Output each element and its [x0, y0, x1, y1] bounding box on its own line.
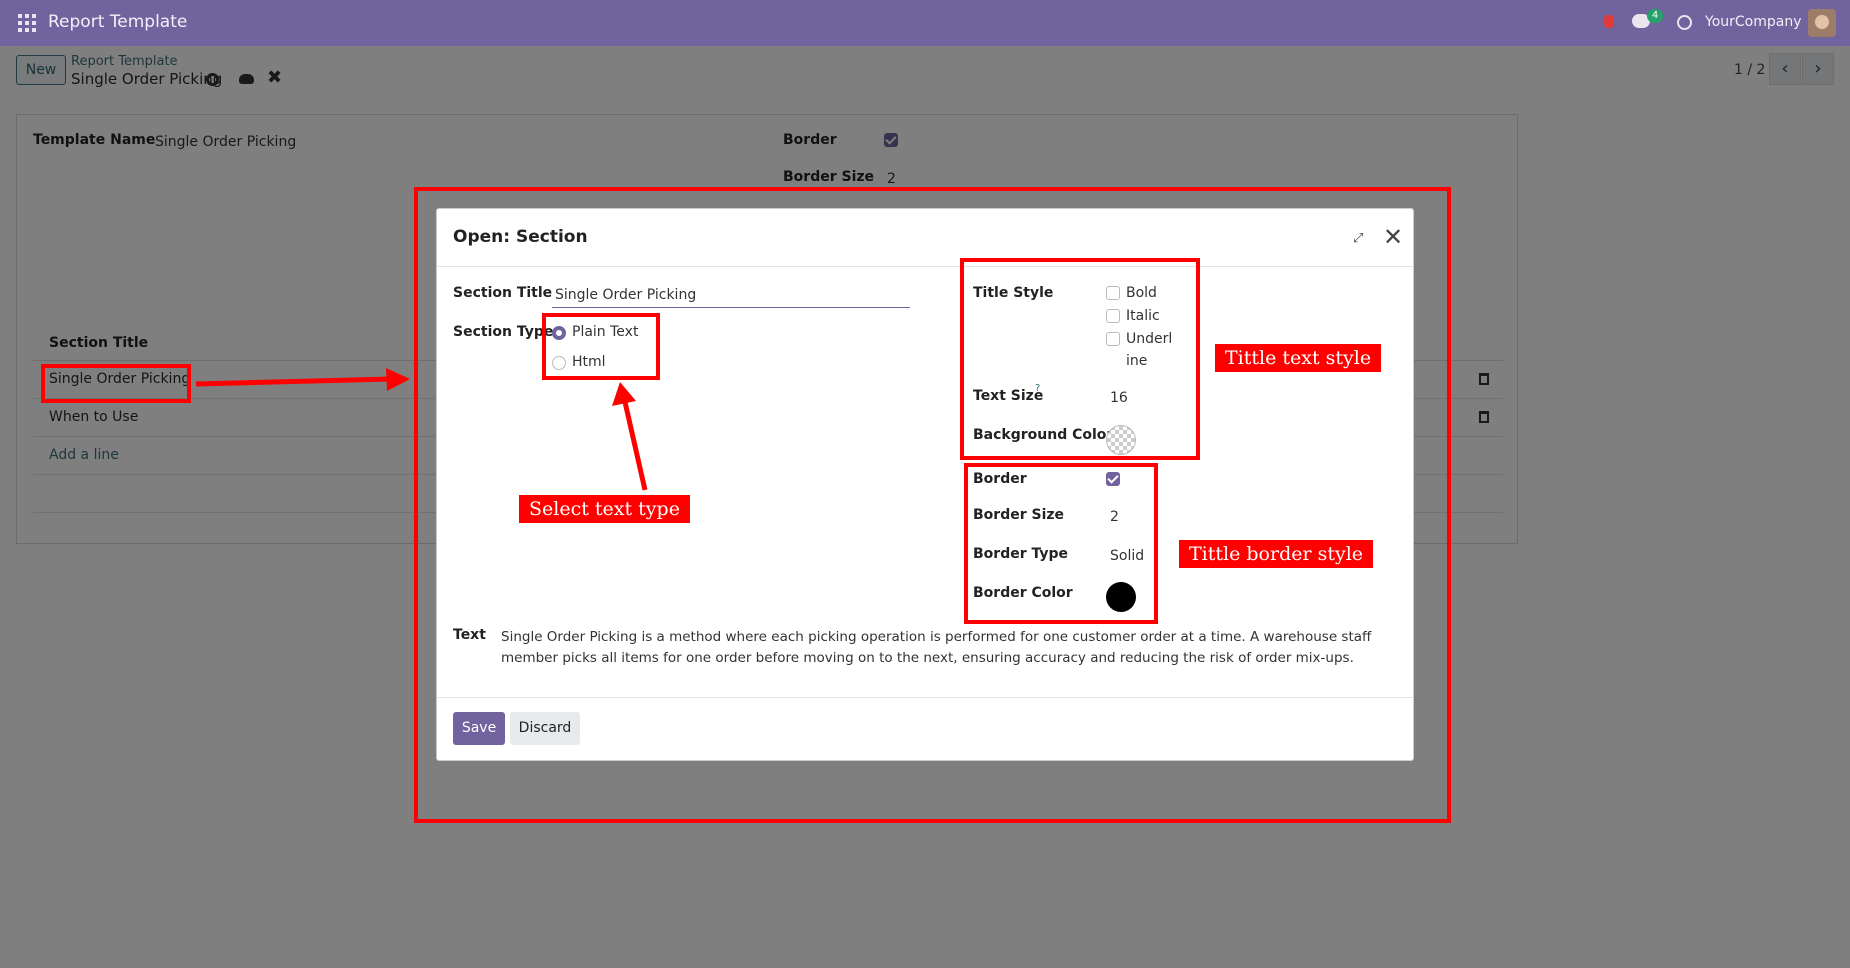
annotation-type-box: [542, 313, 660, 380]
top-navbar: Report Template 4 YourCompany: [0, 0, 1850, 46]
app-title[interactable]: Report Template: [48, 12, 187, 32]
activity-clock-icon[interactable]: [1677, 15, 1692, 30]
annotation-style-box: [960, 258, 1200, 460]
chat-counter-badge: 4: [1647, 9, 1663, 23]
callout-select-text-type: Select text type: [519, 495, 690, 523]
callout-title-text-style: Tittle text style: [1215, 344, 1382, 372]
user-avatar[interactable]: [1808, 9, 1836, 37]
callout-title-border-style: Tittle border style: [1179, 540, 1374, 568]
app-menu-icon[interactable]: [18, 14, 36, 32]
debug-bug-icon[interactable]: [1604, 15, 1614, 28]
annotation-row-box: [41, 364, 191, 403]
company-switcher[interactable]: YourCompany: [1705, 14, 1802, 30]
annotation-border-box: [964, 463, 1158, 624]
